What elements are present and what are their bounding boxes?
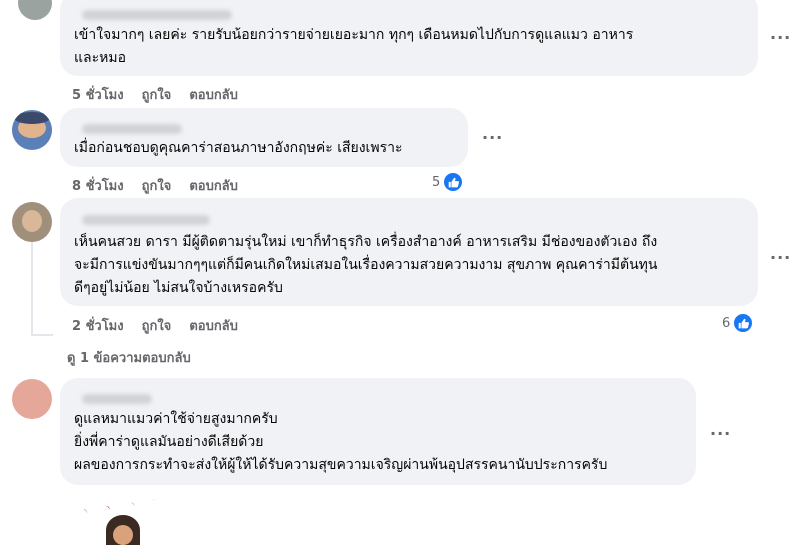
reply-button[interactable]: ตอบกลับ bbox=[189, 315, 238, 336]
view-replies-link[interactable]: ดู 1 ข้อความตอบกลับ bbox=[67, 347, 191, 368]
comment-time[interactable]: 8 ชั่วโมง bbox=[72, 175, 124, 196]
reply-button[interactable]: ตอบกลับ bbox=[189, 175, 238, 196]
reaction-count: 5 bbox=[432, 174, 441, 190]
like-button[interactable]: ถูกใจ bbox=[142, 84, 172, 105]
commenter-name[interactable] bbox=[82, 215, 210, 225]
reaction-summary[interactable]: 5 bbox=[432, 171, 465, 193]
thread-line bbox=[31, 240, 33, 336]
comment-text: เห็นคนสวย ดารา มีผู้ติดตามรุ่นใหม่ เขาก็… bbox=[74, 234, 658, 296]
comment-text: ดูแลหมาแมวค่าใช้จ่ายสูงมากครับ ยิ่งพี่คา… bbox=[74, 411, 608, 473]
more-options-icon[interactable]: ··· bbox=[710, 424, 731, 443]
comment-bubble: ดูแลหมาแมวค่าใช้จ่ายสูงมากครับ ยิ่งพี่คา… bbox=[60, 378, 696, 485]
comment-actions: 2 ชั่วโมง ถูกใจ ตอบกลับ bbox=[72, 315, 256, 336]
more-options-icon[interactable]: ··· bbox=[482, 128, 503, 147]
comment-text: เข้าใจมากๆ เลยค่ะ รายรับน้อยกว่ารายจ่ายเ… bbox=[74, 27, 634, 66]
comment-text: เมื่อก่อนชอบดูคุณคาร่าสอนภาษาอังกฤษค่ะ เ… bbox=[74, 140, 403, 156]
more-options-icon[interactable]: ··· bbox=[770, 248, 791, 267]
thumbs-up-icon bbox=[732, 312, 755, 334]
like-button[interactable]: ถูกใจ bbox=[142, 315, 172, 336]
commenter-name[interactable] bbox=[82, 10, 232, 20]
avatar[interactable] bbox=[12, 110, 52, 150]
comment-bubble: เข้าใจมากๆ เลยค่ะ รายรับน้อยกว่ารายจ่ายเ… bbox=[60, 0, 758, 76]
avatar[interactable] bbox=[12, 202, 52, 242]
thumbs-up-icon bbox=[442, 171, 465, 193]
comment-actions: 8 ชั่วโมง ถูกใจ ตอบกลับ bbox=[72, 175, 256, 196]
thread-line bbox=[31, 334, 53, 336]
commenter-name[interactable] bbox=[82, 124, 182, 134]
sticker-figure bbox=[106, 515, 140, 545]
reaction-summary[interactable]: 6 bbox=[722, 312, 755, 334]
avatar[interactable] bbox=[18, 0, 52, 20]
reaction-count: 6 bbox=[722, 315, 731, 331]
comment-actions: 5 ชั่วโมง ถูกใจ ตอบกลับ bbox=[72, 84, 256, 105]
commenter-name[interactable] bbox=[82, 394, 152, 404]
like-button[interactable]: ถูกใจ bbox=[142, 175, 172, 196]
comment-time[interactable]: 2 ชั่วโมง bbox=[72, 315, 124, 336]
more-options-icon[interactable]: ··· bbox=[770, 28, 791, 47]
comment-bubble: เห็นคนสวย ดารา มีผู้ติดตามรุ่นใหม่ เขาก็… bbox=[60, 198, 758, 306]
comment-time[interactable]: 5 ชั่วโมง bbox=[72, 84, 124, 105]
avatar[interactable] bbox=[12, 379, 52, 419]
comment-bubble: เมื่อก่อนชอบดูคุณคาร่าสอนภาษาอังกฤษค่ะ เ… bbox=[60, 108, 468, 167]
reply-button[interactable]: ตอบกลับ bbox=[189, 84, 238, 105]
